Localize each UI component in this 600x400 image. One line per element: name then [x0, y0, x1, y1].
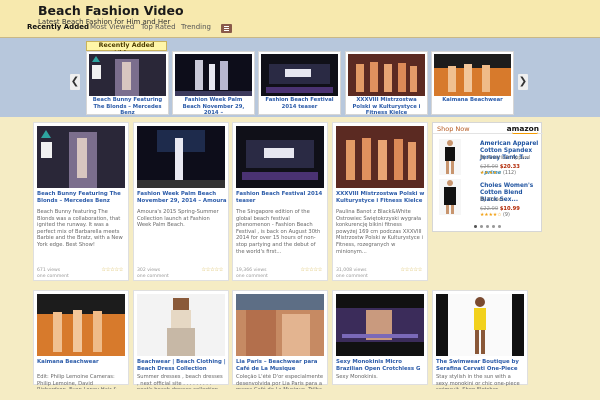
video-thumbnail[interactable]: [37, 126, 125, 188]
video-title[interactable]: Sexy Monokinis Micro Brazilian Open Crot…: [336, 359, 426, 373]
pagination-dot[interactable]: [480, 225, 483, 228]
video-thumbnail[interactable]: [236, 294, 324, 356]
video-card[interactable]: Lia Paris – Beachwear para Café de La Mu…: [232, 290, 328, 389]
featured-caption[interactable]: Beach Bunny Featuring The Blonds – Merce…: [89, 97, 166, 117]
video-description: Sexy Monokinis.: [336, 374, 378, 380]
nav-recently-added[interactable]: Recently Added: [27, 23, 89, 31]
amazon-smile-icon: [512, 132, 538, 134]
star-rating-icon: ★★★★☆: [480, 171, 502, 176]
pagination-dot[interactable]: [486, 225, 489, 228]
shop-pagination: [474, 225, 504, 230]
video-meta: 19,366 views one comment ☆☆☆☆☆: [236, 267, 324, 280]
featured-item[interactable]: Fashion Week Palm Beach November 29, 201…: [172, 51, 255, 117]
pagination-dot[interactable]: [474, 225, 477, 228]
video-comments[interactable]: one comment: [236, 274, 324, 280]
video-thumbnail[interactable]: [175, 54, 252, 96]
video-title[interactable]: Lia Paris – Beachwear para Café de La Mu…: [236, 359, 326, 373]
shop-header: Shop Now amazon: [433, 123, 543, 134]
featured-caption[interactable]: XXXVIII Mistrzostwa Polski w Kulturystyc…: [348, 97, 425, 117]
star-rating-icon: ★★★★☆: [480, 213, 502, 218]
amazon-shop-widget: Shop Now amazon American Apparel Cotton …: [432, 122, 543, 232]
video-card[interactable]: Fashion Week Palm Beach November 29, 201…: [133, 122, 229, 281]
video-comments[interactable]: one comment: [37, 274, 125, 280]
video-description: Paulina Banot z Black&White Ostrowiec Św…: [336, 209, 423, 255]
video-title[interactable]: Beachwear | Beach Clothing | Beach Dress…: [137, 359, 227, 373]
product-new-price: $10.99: [499, 206, 520, 212]
pagination-dot[interactable]: [498, 225, 501, 228]
video-title[interactable]: Kaimana Beachwear: [37, 359, 127, 366]
featured-caption[interactable]: Fashion Beach Festival 2014 teaser: [261, 97, 338, 110]
site-title[interactable]: Beach Fashion Video: [38, 3, 184, 18]
video-thumbnail[interactable]: [261, 54, 338, 96]
product-image[interactable]: [439, 179, 461, 215]
featured-caption[interactable]: Fashion Week Palm Beach November 29, 201…: [175, 97, 252, 117]
featured-item[interactable]: XXXVIII Mistrzostwa Polski w Kulturystyc…: [345, 51, 428, 117]
star-rating-icon[interactable]: ☆☆☆☆☆: [101, 267, 123, 274]
video-thumbnail[interactable]: [137, 294, 225, 356]
featured-item[interactable]: Kaimana Beachwear: [431, 51, 514, 115]
video-card[interactable]: Beach Bunny Featuring The Blonds – Merce…: [33, 122, 129, 281]
video-thumbnail[interactable]: [336, 294, 424, 356]
video-thumbnail[interactable]: [137, 126, 225, 188]
product-price: $22.00 $10.99: [480, 206, 520, 212]
video-title[interactable]: Beach Bunny Featuring The Blonds – Merce…: [37, 191, 127, 205]
product-brand: By Choies: [480, 198, 504, 203]
video-description: Coleção L'été D'or especialmente desenvo…: [236, 374, 324, 389]
video-description: Beach Bunny featuring The Blonds was a c…: [37, 209, 123, 248]
video-description: Edit: Philip Lemoine Cameras: Philip Lem…: [37, 374, 117, 389]
product-rating-count: (112): [503, 171, 516, 176]
video-thumbnail[interactable]: [89, 54, 166, 96]
product-rating: ★★★★☆ (112): [480, 171, 516, 176]
video-card[interactable]: Sexy Monokinis Micro Brazilian Open Crot…: [332, 290, 428, 385]
video-meta: 671 views one comment ☆☆☆☆☆: [37, 267, 125, 280]
video-card[interactable]: Beachwear | Beach Clothing | Beach Dress…: [133, 290, 229, 389]
video-thumbnail[interactable]: [37, 294, 125, 356]
video-title[interactable]: The Swimwear Boutique by Serafina Cervat…: [436, 359, 526, 373]
pagination-dot[interactable]: [492, 225, 495, 228]
shop-now-label: Shop Now: [437, 125, 470, 133]
video-description: Stay stylish in the sun with a sexy mono…: [436, 374, 520, 389]
product-old-price: $22.00: [480, 206, 499, 212]
video-title[interactable]: XXXVIII Mistrzostwa Polski w Kulturystyc…: [336, 191, 426, 205]
video-comments[interactable]: one comment: [137, 274, 225, 280]
video-description: Amoura's 2015 Spring-Summer Collection l…: [137, 209, 219, 229]
product-rating-count: (9): [503, 213, 510, 218]
video-title[interactable]: Fashion Week Palm Beach November 29, 201…: [137, 191, 227, 205]
product-new-price: $20.33: [499, 164, 520, 170]
video-card[interactable]: The Swimwear Boutique by Serafina Cervat…: [432, 290, 528, 389]
nav-most-viewed[interactable]: Most Viewed: [90, 23, 134, 31]
video-title[interactable]: Fashion Beach Festival 2014 teaser: [236, 191, 326, 205]
product-rating: ★★★★☆ (9): [480, 213, 510, 218]
video-thumbnail[interactable]: [336, 126, 424, 188]
featured-carousel: Recently Added Videos ❮ ❯ Beach Bunny Fe…: [0, 37, 600, 117]
video-thumbnail[interactable]: [436, 294, 524, 356]
video-thumbnail[interactable]: [348, 54, 425, 96]
video-meta: 302 views one comment ☆☆☆☆☆: [137, 267, 225, 280]
nav-trending[interactable]: Trending: [181, 23, 211, 31]
main-nav: Recently Added Most Viewed Top Rated Tre…: [0, 20, 600, 37]
star-rating-icon[interactable]: ☆☆☆☆☆: [400, 267, 422, 274]
video-description: Summer dresses , beach dresses , next of…: [137, 374, 223, 389]
video-card[interactable]: Fashion Beach Festival 2014 teaser The S…: [232, 122, 328, 281]
star-rating-icon[interactable]: ☆☆☆☆☆: [300, 267, 322, 274]
featured-item[interactable]: Fashion Beach Festival 2014 teaser: [258, 51, 341, 115]
video-meta: 31,008 views one comment ☆☆☆☆☆: [336, 267, 424, 280]
video-card[interactable]: XXXVIII Mistrzostwa Polski w Kulturystyc…: [332, 122, 428, 281]
featured-item[interactable]: Beach Bunny Featuring The Blonds – Merce…: [86, 51, 169, 117]
featured-heading: Recently Added Videos: [86, 41, 167, 57]
video-card[interactable]: Kaimana Beachwear Edit: Philip Lemoine C…: [33, 290, 129, 389]
star-rating-icon[interactable]: ☆☆☆☆☆: [201, 267, 223, 274]
product-image[interactable]: [439, 139, 461, 175]
product-brand: By American Apparel: [480, 156, 531, 161]
hamburger-menu-icon[interactable]: [221, 24, 232, 33]
featured-caption[interactable]: Kaimana Beachwear: [434, 97, 511, 104]
video-thumbnail[interactable]: [236, 126, 324, 188]
carousel-next-icon[interactable]: ❯: [518, 74, 528, 90]
carousel-prev-icon[interactable]: ❮: [70, 74, 80, 90]
nav-top-rated[interactable]: Top Rated: [141, 23, 176, 31]
video-comments[interactable]: one comment: [336, 274, 424, 280]
video-thumbnail[interactable]: [434, 54, 511, 96]
video-description: The Singapore edition of the global beac…: [236, 209, 321, 255]
